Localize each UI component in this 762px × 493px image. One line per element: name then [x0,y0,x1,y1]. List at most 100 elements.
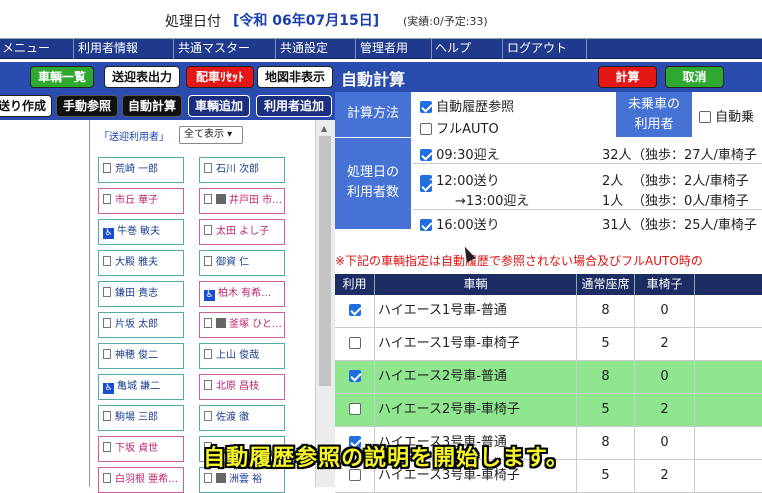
cancel-button[interactable]: 取消 [665,66,724,88]
user-name: 井戸田 市… [229,195,283,206]
scrollbar-thumb[interactable] [319,136,331,386]
user-card[interactable]: ♿ 牛巻 敏夫 [98,219,184,245]
user-card[interactable]: ♿ 亀城 謙二 [98,374,184,400]
full-auto-option[interactable]: フルAUTO [420,118,499,137]
calc-method-label: 計算方法 [335,92,411,138]
filter-select-value: 全て表示 [184,129,224,140]
user-card[interactable]: 太田 よし子 [199,219,285,245]
document-icon [204,349,212,359]
toolbar-button-1[interactable]: 送迎表出力 [104,66,180,88]
user-card[interactable]: 片坂 太郎 [98,312,184,338]
toolbar-button-6[interactable]: 自動計算 [122,95,182,117]
filter-select[interactable]: 全て表示 ▾ [179,126,243,144]
user-name: 上山 俊哉 [216,350,260,361]
user-name: 市丘 華子 [115,195,159,206]
document-icon [204,163,212,173]
auto-board-checkbox[interactable] [699,111,711,123]
user-card[interactable]: 佐渡 徹 [199,405,285,431]
document-icon [103,256,111,266]
status-counts: (実績:0/予定:33) [403,15,488,28]
user-card[interactable]: 荒崎 一郎 [98,157,184,183]
toolbar-button-3[interactable]: 地図非表示 [257,66,333,88]
trip-detail: （独歩：27人/車椅子 [632,148,757,163]
user-card[interactable]: 大殿 雅夫 [98,250,184,276]
vehicle-seats: 8 [577,295,635,328]
trip-divider [413,163,762,164]
user-list-scrollbar[interactable]: ▲ [315,120,335,487]
vehicle-row[interactable]: ハイエース2号車-普通 8 0 [335,361,762,394]
calculator-icon [216,194,226,204]
vehicle-table-header: 利用 車輌 通常座席 車椅子 [335,274,762,295]
user-card[interactable]: 駒場 三郎 [98,405,184,431]
calculate-button[interactable]: 計算 [598,66,657,88]
menu-item-4[interactable]: 管理者用 [358,39,432,59]
toolbar-button-0[interactable]: 車輌一覧 [30,66,94,88]
vehicle-use-checkbox[interactable] [348,337,361,349]
trip-checkbox[interactable] [420,149,432,161]
unboarded-label: 未乗車の 利用者 [616,92,692,138]
scroll-up-icon[interactable]: ▲ [321,124,327,133]
user-name: 片坂 太郎 [115,319,159,330]
vehicle-row[interactable]: ハイエース2号車-車椅子 5 2 [335,394,762,427]
user-name: 佐渡 徹 [216,412,250,423]
toolbar-button-5[interactable]: 手動参照 [56,95,118,117]
vehicle-seats: 5 [577,328,635,361]
user-card[interactable]: 北原 昌枝 [199,374,285,400]
trip-detail: （独歩：0人/車椅子 [632,194,749,209]
trip-checkbox-pair[interactable] [420,180,432,192]
vehicle-use-cell [335,295,375,328]
menu-item-6[interactable]: ログアウト [505,39,587,59]
vehicle-seats: 5 [577,394,635,427]
left-toolbar: 車輌一覧 送迎表出力 配車ﾘｾｯﾄ 地図非表示送り作成 手動参照 自動計算 車輌追加 利用者追… [0,62,335,120]
calculator-icon [216,318,226,328]
auto-board-option[interactable]: 自動乗 [699,106,754,125]
user-card[interactable]: ♿ 柏木 有希… [199,281,285,307]
auto-history-option[interactable]: 自動履歴参照 [420,96,514,115]
processing-date[interactable]: [令和 06年07月15日] [233,10,379,30]
user-card[interactable]: 井戸田 市… [199,188,285,214]
wheelchair-icon: ♿ [204,290,215,301]
menu-item-0[interactable]: メニュー [0,39,74,59]
menu-item-3[interactable]: 共通設定 [278,39,356,59]
user-card[interactable]: 石川 次郎 [199,157,285,183]
toolbar-button-4[interactable]: 送り作成 [0,95,52,117]
document-icon [103,411,111,421]
vehicle-wheelchairs: 2 [635,328,695,361]
vehicle-row[interactable]: ハイエース1号車-車椅子 5 2 [335,328,762,361]
user-card[interactable]: 上山 俊哉 [199,343,285,369]
menu-item-1[interactable]: 利用者情報 [76,39,174,59]
vehicle-name: ハイエース2号車-車椅子 [375,394,577,427]
full-auto-checkbox[interactable] [420,123,432,135]
vehicle-use-cell [335,394,375,427]
user-card[interactable]: 鎌田 貴志 [98,281,184,307]
menu-item-5[interactable]: ヘルプ [433,39,503,59]
vehicle-use-checkbox[interactable] [348,370,361,382]
trip-count: 32人 [602,148,632,163]
trip-time: 12:00送り [436,174,500,189]
trip-detail: （独歩：2人/車椅子 [632,174,749,189]
user-card[interactable]: 市丘 華子 [98,188,184,214]
toolbar-button-7[interactable]: 車輌追加 [188,95,250,117]
vehicle-wheelchairs: 0 [635,361,695,394]
user-card[interactable]: 御資 仁 [199,250,285,276]
user-card[interactable]: 釜塚 ひと… [199,312,285,338]
user-list-header: 「送迎利用者」 [99,132,169,143]
toolbar-button-8[interactable]: 利用者追加 [256,95,332,117]
date-header: 処理日付 [令和 06年07月15日] (実績:0/予定:33) [0,0,762,38]
calculator-icon [216,473,226,483]
vehicle-row[interactable]: ハイエース1号車-普通 8 0 [335,295,762,328]
col-header-vehicle: 車輌 [375,274,577,295]
document-icon [103,194,111,204]
vehicle-use-checkbox[interactable] [348,304,361,316]
user-name: 亀城 謙二 [117,381,161,392]
vehicle-wheelchairs: 2 [635,394,695,427]
vehicle-use-checkbox[interactable] [348,403,361,415]
menu-item-2[interactable]: 共通マスター [176,39,276,59]
document-icon [103,349,111,359]
user-card[interactable]: 神穂 俊二 [98,343,184,369]
trip-checkbox[interactable] [420,219,432,231]
toolbar-button-2[interactable]: 配車ﾘｾｯﾄ [186,66,254,88]
auto-history-checkbox[interactable] [420,101,432,113]
trip-row: 16:00送り [420,214,500,233]
trip-divider [413,209,762,210]
